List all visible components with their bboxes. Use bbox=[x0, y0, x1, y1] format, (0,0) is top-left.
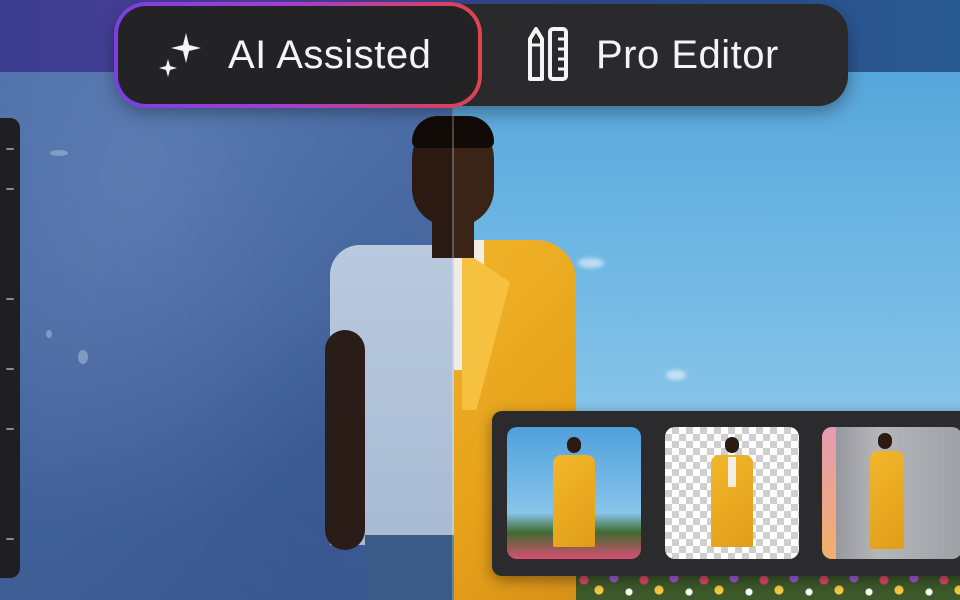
variation-thumbnail-transparent[interactable] bbox=[665, 427, 799, 559]
thumbnail-sunset-strip bbox=[822, 427, 836, 559]
toolbar-handle[interactable] bbox=[6, 538, 14, 540]
subject-jeans bbox=[365, 535, 454, 600]
variation-thumbnail-sky[interactable] bbox=[507, 427, 641, 559]
left-toolbar[interactable] bbox=[0, 118, 20, 578]
sparkle-icon bbox=[154, 29, 206, 81]
toolbar-handle[interactable] bbox=[6, 368, 14, 370]
mode-switch: AI Assisted Pro Editor bbox=[116, 4, 848, 106]
pro-editor-button[interactable]: Pro Editor bbox=[512, 4, 832, 106]
pencil-ruler-icon bbox=[522, 27, 574, 81]
variations-tray bbox=[492, 411, 960, 576]
subject-arm bbox=[325, 330, 365, 550]
ai-assisted-button[interactable]: AI Assisted bbox=[116, 4, 480, 106]
variation-thumbnail-studio[interactable] bbox=[822, 427, 960, 559]
pro-editor-label: Pro Editor bbox=[596, 32, 779, 77]
toolbar-handle[interactable] bbox=[6, 298, 14, 300]
toolbar-handle[interactable] bbox=[6, 148, 14, 150]
toolbar-handle[interactable] bbox=[6, 188, 14, 190]
toolbar-handle[interactable] bbox=[6, 428, 14, 430]
ai-assisted-label: AI Assisted bbox=[228, 32, 432, 77]
